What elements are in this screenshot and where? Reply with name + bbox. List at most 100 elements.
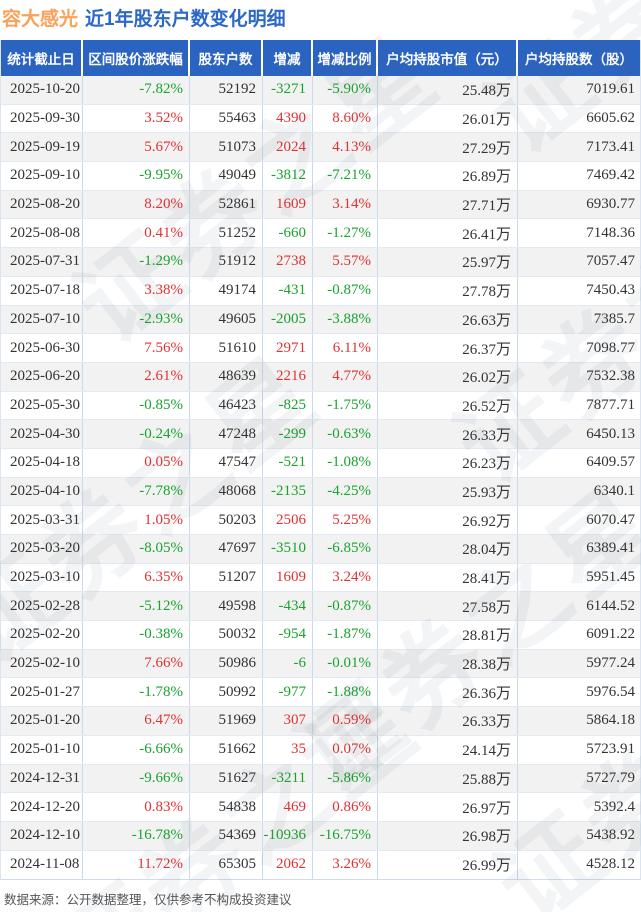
cell-change: -3271 [263, 76, 313, 104]
cell-avg-value: 27.58万 [378, 592, 518, 621]
table-row: 2025-04-18 0.05% 47547 -521 -1.08% 26.23万 6409… [1, 448, 640, 478]
table-row: 2025-03-31 1.05% 50203 2506 5.25% 26.92万 6070.… [1, 506, 640, 535]
cell-avg-shares: 5392.4 [593, 798, 635, 815]
cell-avg-value: 26.99万 [378, 850, 518, 880]
cell-change-pct: 0.07% [313, 735, 378, 764]
cell-price-change: 1.05% [83, 506, 190, 534]
cell-price-change: 0.83% [83, 793, 190, 821]
cell-avg-shares: 7532.38 [586, 368, 635, 385]
cell-change-pct: -1.27% [313, 219, 378, 248]
cell-avg-shares: 5951.45 [586, 569, 635, 586]
table-row: 2025-03-10 6.35% 51207 1609 3.24% 28.41万 5951.… [1, 563, 640, 593]
cell-change: -2135 [263, 477, 313, 506]
cell-date: 2024-11-08 [1, 850, 83, 880]
cell-avg-shares: 6930.77 [586, 196, 635, 213]
cell-avg-shares: 6409.57 [586, 454, 635, 471]
cell-holders: 49049 [190, 162, 263, 190]
cell-price-change: -9.66% [83, 764, 190, 793]
cell-price-change: 6.47% [83, 707, 190, 735]
cell-avg-shares: 5727.79 [586, 769, 635, 786]
cell-change: -3812 [263, 162, 313, 190]
cell-change: 2971 [263, 334, 313, 362]
cell-avg-shares: 7469.42 [586, 167, 635, 184]
cell-price-change: 2.61% [83, 362, 190, 391]
cell-avg-shares: 7148.36 [586, 224, 635, 241]
cell-change-pct: 5.57% [313, 248, 378, 276]
cell-date: 2025-04-10 [1, 477, 83, 506]
cell-date: 2025-04-30 [1, 420, 83, 448]
cell-date: 2024-12-10 [1, 821, 83, 850]
column-header: 增减比例 [313, 40, 378, 76]
cell-change-pct: 0.59% [313, 707, 378, 735]
cell-price-change: 11.72% [83, 850, 190, 880]
table-row: 2025-02-28 -5.12% 49598 -434 -0.87% 27.58万 614… [1, 592, 640, 622]
cell-change: 307 [263, 707, 313, 735]
cell-holders: 50992 [190, 678, 263, 707]
column-header: 统计截止日 [1, 40, 83, 76]
cell-change: -954 [263, 621, 313, 649]
cell-avg-shares: 7173.41 [586, 138, 635, 155]
cell-change-pct: 4.13% [313, 133, 378, 162]
report-title: 近1年股东户数变化明细 [85, 9, 286, 30]
cell-avg-value: 28.38万 [378, 649, 518, 678]
cell-avg-shares: 5976.54 [586, 683, 635, 700]
cell-change-pct: -7.21% [313, 162, 378, 190]
cell-avg-shares: 6070.47 [586, 511, 635, 528]
cell-price-change: -6.66% [83, 735, 190, 764]
cell-change: -3510 [263, 535, 313, 563]
cell-holders: 51662 [190, 735, 263, 764]
cell-holders: 47248 [190, 420, 263, 448]
cell-price-change: -1.29% [83, 248, 190, 276]
cell-holders: 54838 [190, 793, 263, 821]
column-header: 增减 [263, 40, 313, 76]
cell-price-change: -8.05% [83, 535, 190, 563]
cell-date: 2025-02-20 [1, 621, 83, 649]
cell-date: 2025-07-10 [1, 305, 83, 334]
cell-date: 2025-01-27 [1, 678, 83, 707]
table-row: 2024-11-08 11.72% 65305 2062 3.26% 26.99万 4528… [1, 850, 640, 880]
cell-date: 2025-03-31 [1, 506, 83, 534]
cell-holders: 47697 [190, 535, 263, 563]
cell-change-pct: 5.25% [313, 506, 378, 534]
cell-change: -299 [263, 420, 313, 448]
cell-price-change: 5.67% [83, 133, 190, 162]
cell-change-pct: 8.60% [313, 104, 378, 133]
cell-change: 4390 [263, 104, 313, 133]
table-row: 2025-01-10 -6.66% 51662 35 0.07% 24.14万 5723.9… [1, 735, 640, 765]
cell-avg-shares: 4528.12 [586, 856, 635, 873]
cell-holders: 49174 [190, 276, 263, 305]
cell-avg-shares: 7450.43 [586, 282, 635, 299]
cell-date: 2025-09-30 [1, 104, 83, 133]
cell-avg-shares: 5438.92 [586, 827, 635, 844]
table-row: 2025-06-20 2.61% 48639 2216 4.77% 26.02万 7532.… [1, 362, 640, 392]
table-row: 2025-08-20 8.20% 52861 1609 3.14% 27.71万 6930.… [1, 190, 640, 220]
cell-change: -3211 [263, 764, 313, 793]
table-row: 2025-10-20 -7.82% 52192 -3271 -5.90% 25.48万 70… [1, 76, 640, 105]
cell-avg-value: 26.01万 [378, 104, 518, 133]
cell-holders: 65305 [190, 850, 263, 880]
cell-date: 2025-06-30 [1, 334, 83, 362]
cell-avg-value: 26.33万 [378, 707, 518, 735]
cell-holders: 52192 [190, 76, 263, 104]
column-header: 股东户数 [190, 40, 263, 76]
cell-avg-value: 28.41万 [378, 563, 518, 592]
cell-change: -10936 [263, 821, 313, 850]
cell-avg-value: 26.41万 [378, 219, 518, 248]
cell-holders: 49605 [190, 305, 263, 334]
table-row: 2024-12-10 -16.78% 54369 -10936 -16.75% 26.98… [1, 821, 640, 851]
cell-price-change: -0.38% [83, 621, 190, 649]
cell-avg-shares: 5723.91 [586, 741, 635, 758]
cell-avg-shares: 6450.13 [586, 425, 635, 442]
cell-change: 2738 [263, 248, 313, 276]
cell-date: 2025-04-18 [1, 448, 83, 477]
table-row: 2025-01-20 6.47% 51969 307 0.59% 26.33万 5864.1… [1, 707, 640, 736]
cell-change-pct: 3.14% [313, 190, 378, 219]
cell-price-change: -1.78% [83, 678, 190, 707]
cell-date: 2025-08-08 [1, 219, 83, 248]
cell-change-pct: -1.87% [313, 621, 378, 649]
cell-price-change: 6.35% [83, 563, 190, 592]
cell-avg-value: 26.98万 [378, 821, 518, 850]
cell-price-change: -7.78% [83, 477, 190, 506]
cell-change-pct: -5.86% [313, 764, 378, 793]
cell-date: 2025-01-10 [1, 735, 83, 764]
